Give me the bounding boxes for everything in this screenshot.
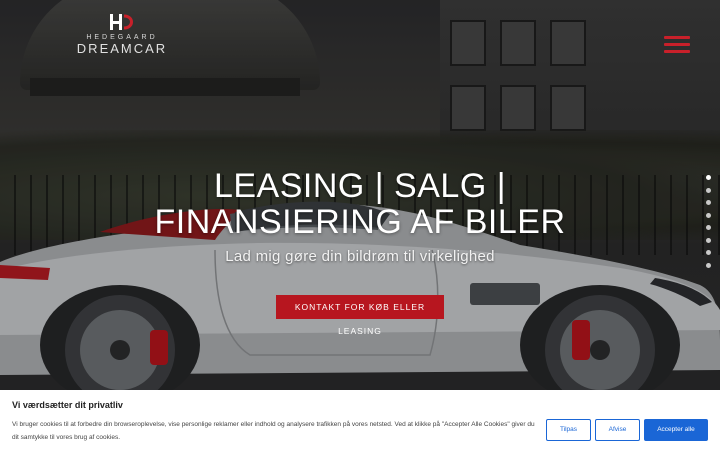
slide-dot[interactable] [706, 200, 711, 205]
customize-button[interactable]: Tilpas [546, 419, 591, 441]
slide-dot[interactable] [706, 175, 711, 180]
accept-all-button[interactable]: Accepter alle [644, 419, 708, 441]
contact-cta-button[interactable]: KONTAKT FOR KØB ELLER LEASING [276, 295, 444, 336]
brand-logo[interactable]: HEDEGAARD DREAMCAR [72, 12, 172, 56]
slide-dot[interactable] [706, 237, 711, 243]
logo-mark-icon [110, 14, 133, 30]
hero-section: HEDEGAARD DREAMCAR LEASING | SALG | FINA… [0, 0, 720, 450]
cookie-banner: Vi værdsætter dit privatliv Vi bruger co… [0, 390, 720, 450]
hero-subline: Lad mig gøre din bildrøm til virkelighed [225, 248, 495, 265]
reject-button[interactable]: Afvise [595, 419, 640, 441]
slide-dot[interactable] [706, 262, 711, 268]
cookie-title: Vi værdsætter dit privatliv [12, 400, 123, 410]
cookie-text: Vi bruger cookies til at forbedre din br… [12, 421, 535, 441]
slide-dot[interactable] [706, 225, 711, 230]
slide-dot[interactable] [706, 187, 711, 193]
brand-name: DREAMCAR [76, 41, 168, 56]
slide-dot[interactable] [706, 212, 711, 218]
hero-headline: LEASING | SALG | FINANSIERING AF BILER [154, 167, 566, 241]
slide-dot[interactable] [706, 250, 711, 255]
hamburger-icon[interactable] [664, 36, 690, 54]
slide-indicator [706, 175, 714, 271]
